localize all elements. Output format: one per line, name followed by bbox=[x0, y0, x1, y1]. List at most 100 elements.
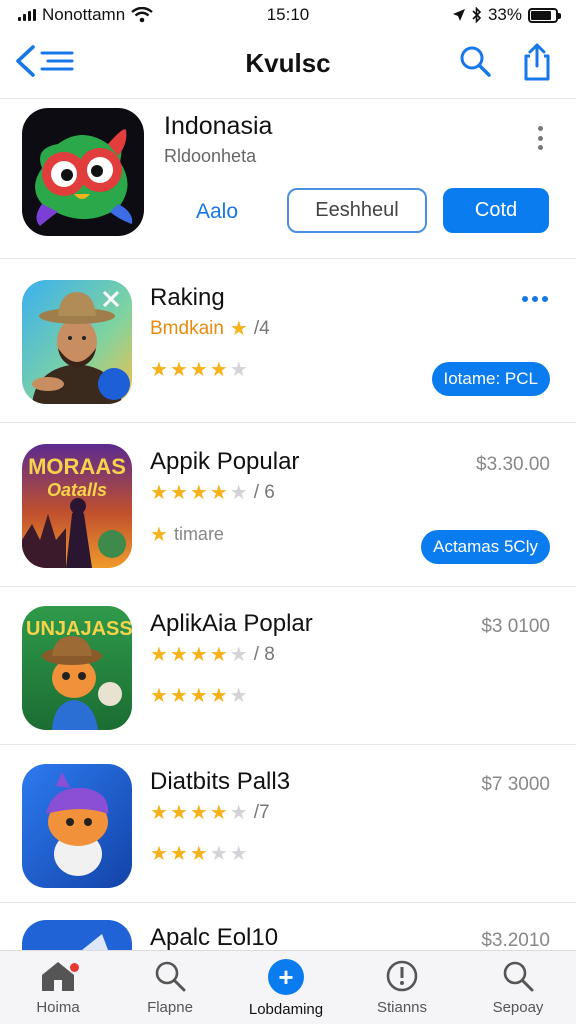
bluetooth-icon bbox=[472, 7, 482, 23]
app-name: Apalc Eol10 bbox=[150, 924, 279, 950]
star-icon: ★ bbox=[229, 843, 248, 865]
battery-percent: 33% bbox=[487, 5, 522, 24]
app-meta-text: timare bbox=[173, 524, 224, 544]
star-icon: ★ bbox=[229, 644, 248, 666]
app-icon[interactable] bbox=[22, 920, 132, 950]
star-icon: ★ bbox=[169, 802, 188, 824]
star-icon: ★ bbox=[169, 482, 188, 504]
app-name: Appik Popular bbox=[150, 448, 300, 475]
star-icon: ★ bbox=[189, 359, 208, 381]
location-arrow-icon bbox=[452, 9, 465, 21]
list-item[interactable]: Apalc Eol10 $3.2010 bbox=[0, 920, 576, 950]
rating-line: ★ ★ ★ ★ ★ bbox=[150, 360, 248, 380]
star-icon: ★ bbox=[150, 523, 168, 546]
section-divider bbox=[0, 258, 576, 259]
star-icon: ★ bbox=[169, 685, 188, 707]
star-rating: ★ ★ ★ ★ ★ bbox=[150, 360, 248, 380]
featured-app-title: Indonasia bbox=[164, 112, 273, 140]
battery-level bbox=[531, 10, 552, 20]
star-icon: ★ bbox=[150, 482, 168, 504]
row-divider bbox=[0, 586, 576, 587]
tab-label: Flapne bbox=[147, 999, 193, 1016]
star-icon: ★ bbox=[209, 802, 228, 824]
outline-action-button[interactable]: Eeshheul bbox=[287, 188, 427, 233]
star-icon: ★ bbox=[169, 644, 188, 666]
featured-link[interactable]: Aalo bbox=[196, 200, 238, 224]
tab-updates[interactable]: + Lobdaming bbox=[236, 959, 336, 1021]
tab-alerts[interactable]: Stianns bbox=[352, 959, 452, 1021]
search-icon bbox=[155, 961, 186, 992]
tab-label: Lobdaming bbox=[248, 1001, 324, 1018]
app-icon[interactable] bbox=[22, 764, 132, 888]
star-icon: ★ bbox=[229, 359, 248, 381]
star-rating: ★ ★ ★ ★ ★ bbox=[150, 645, 248, 665]
tab-home[interactable]: Hoima bbox=[8, 959, 108, 1021]
star-icon: ★ bbox=[150, 359, 168, 381]
app-icon[interactable] bbox=[22, 280, 132, 404]
rating-note: /4 bbox=[253, 318, 270, 339]
tab-label: Hoima bbox=[36, 999, 80, 1016]
star-icon: ★ bbox=[189, 685, 208, 707]
search-button[interactable] bbox=[458, 44, 492, 83]
tab-label: Sepoay bbox=[492, 999, 544, 1016]
list-item[interactable]: MORAAS Oatalls Appik Popular ★ ★ ★ ★ ★ / 6 ★… bbox=[0, 444, 576, 594]
purple-creature-icon bbox=[22, 764, 132, 888]
app-price: $3.30.00 bbox=[476, 454, 550, 475]
app-icon[interactable]: UNJAJASS bbox=[22, 606, 132, 730]
get-button[interactable]: Cotd bbox=[443, 188, 549, 233]
icon-banner-text: UNJAJASS bbox=[26, 618, 132, 640]
install-pill-button[interactable]: Iotame: PCL bbox=[431, 362, 550, 396]
star-icon: ★ bbox=[209, 843, 228, 865]
app-name: AplikAia Poplar bbox=[150, 610, 313, 637]
install-pill-button[interactable]: Actamas 5Cly bbox=[421, 530, 550, 564]
status-bar: Nonottamn 15:10 33% bbox=[0, 0, 576, 30]
clock: 15:10 bbox=[266, 5, 310, 24]
rating-note: /7 bbox=[253, 802, 270, 823]
tab-bar: Hoima Flapne + Lobdaming Stianns Sepoay bbox=[0, 950, 576, 1024]
more-dots-button[interactable] bbox=[522, 296, 548, 302]
star-icon: ★ bbox=[189, 843, 208, 865]
star-icon: ★ bbox=[189, 802, 208, 824]
tab-search-2[interactable]: Sepoay bbox=[468, 959, 568, 1021]
app-subtitle-line: Bmdkain ★ /4 bbox=[150, 318, 270, 340]
nav-divider bbox=[0, 98, 576, 99]
app-price: $3 0100 bbox=[481, 616, 550, 637]
signal-icon bbox=[18, 9, 36, 21]
app-name: Diatbits Pall3 bbox=[150, 768, 291, 795]
star-icon: ★ bbox=[189, 482, 208, 504]
icon-banner-subtext: Oatalls bbox=[46, 480, 108, 500]
featured-app-icon[interactable] bbox=[22, 108, 144, 236]
list-item[interactable]: UNJAJASS AplikAia Poplar ★ ★ ★ ★ ★ / 8 ★ ★ ★ ★ ★… bbox=[0, 606, 576, 756]
search-icon bbox=[503, 961, 534, 992]
row-divider bbox=[0, 422, 576, 423]
app-meta-line: ★ timare bbox=[150, 524, 224, 545]
app-rating-line: ★ ★ ★ ★ ★ /7 bbox=[150, 802, 270, 824]
list-item[interactable]: Diatbits Pall3 ★ ★ ★ ★ ★ /7 ★ ★ ★ ★ ★ $7 3000 bbox=[0, 764, 576, 914]
notification-dot bbox=[70, 963, 79, 972]
star-icon: ★ bbox=[229, 802, 248, 824]
owl-mascot-icon bbox=[35, 129, 133, 226]
list-item[interactable]: Raking Bmdkain ★ /4 ★ ★ ★ ★ ★ Iotame: PCL bbox=[0, 280, 576, 430]
app-rating-line: ★ ★ ★ ★ ★ / 8 bbox=[150, 644, 275, 666]
app-name: Raking bbox=[150, 284, 225, 311]
rating-note: / 6 bbox=[253, 482, 275, 503]
share-icon bbox=[524, 43, 550, 81]
nav-bar: Kvulsc bbox=[0, 36, 576, 92]
tab-search[interactable]: Flapne bbox=[120, 959, 220, 1021]
list-icon bbox=[40, 51, 74, 71]
star-icon: ★ bbox=[150, 644, 168, 666]
more-options-button[interactable] bbox=[528, 124, 552, 152]
row-divider bbox=[0, 744, 576, 745]
app-icon[interactable]: MORAAS Oatalls bbox=[22, 444, 132, 568]
wifi-icon bbox=[131, 7, 153, 23]
star-rating: ★ ★ ★ ★ ★ bbox=[150, 686, 248, 706]
rating-note: / 8 bbox=[253, 644, 275, 665]
back-button[interactable] bbox=[14, 44, 74, 78]
star-icon: ★ bbox=[169, 359, 188, 381]
search-icon bbox=[460, 46, 491, 77]
star-icon: ★ bbox=[229, 482, 248, 504]
star-icon: ★ bbox=[229, 685, 248, 707]
blue-app-icon bbox=[22, 920, 132, 950]
app-second-rating-line: ★ ★ ★ ★ ★ bbox=[150, 844, 248, 864]
share-button[interactable] bbox=[520, 42, 554, 87]
